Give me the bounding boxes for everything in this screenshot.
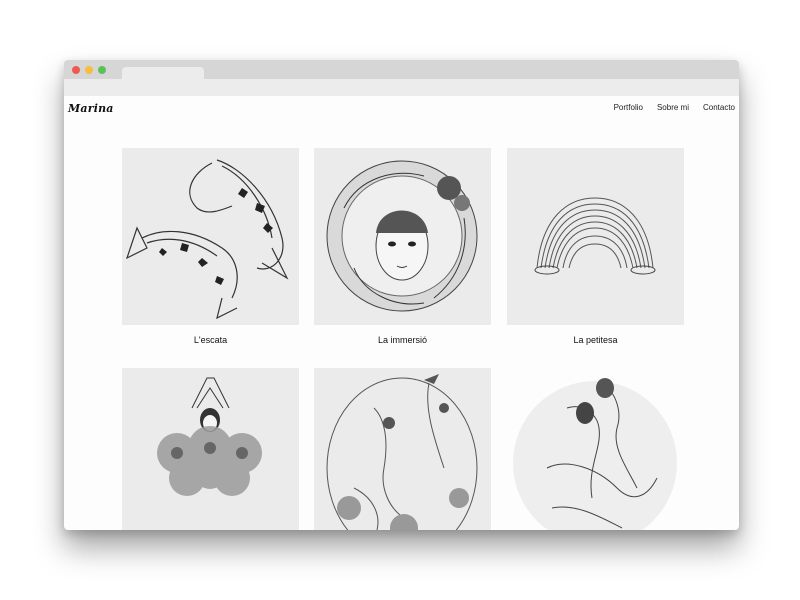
nav-portfolio[interactable]: Portfolio	[614, 103, 643, 112]
gallery-card[interactable]: La immersió	[314, 148, 491, 345]
maximize-window-button[interactable]	[98, 66, 106, 74]
artwork-title[interactable]: La petitesa	[507, 335, 684, 345]
nav-sobre-mi[interactable]: Sobre mi	[657, 103, 689, 112]
browser-titlebar	[64, 60, 739, 79]
artwork-title[interactable]: L'escata	[122, 335, 299, 345]
gallery-card[interactable]: La petitesa	[507, 148, 684, 345]
artwork-title[interactable]: La immersió	[314, 335, 491, 345]
gallery-card[interactable]	[122, 368, 299, 530]
browser-window: Marina Portfolio Sobre mi Contacto L'esc…	[64, 60, 739, 530]
site-header: Marina Portfolio Sobre mi Contacto	[64, 96, 739, 136]
minimize-window-button[interactable]	[85, 66, 93, 74]
gallery-card[interactable]: L'escata	[122, 148, 299, 345]
portrait-circle-artwork[interactable]	[314, 148, 491, 325]
gallery-card[interactable]	[507, 368, 684, 530]
browser-toolbar	[64, 79, 739, 96]
nav-contacto[interactable]: Contacto	[703, 103, 735, 112]
dancer-flowers-artwork[interactable]	[122, 368, 299, 530]
slinky-artwork[interactable]	[507, 148, 684, 325]
close-window-button[interactable]	[72, 66, 80, 74]
site-logo[interactable]: Marina	[68, 102, 114, 115]
birds-figures-artwork[interactable]	[314, 368, 491, 530]
main-nav: Portfolio Sobre mi Contacto	[614, 103, 735, 112]
gallery-card[interactable]	[314, 368, 491, 530]
browser-tab[interactable]	[122, 67, 204, 79]
embracing-figures-artwork[interactable]	[507, 368, 684, 530]
koi-fish-artwork[interactable]	[122, 148, 299, 325]
